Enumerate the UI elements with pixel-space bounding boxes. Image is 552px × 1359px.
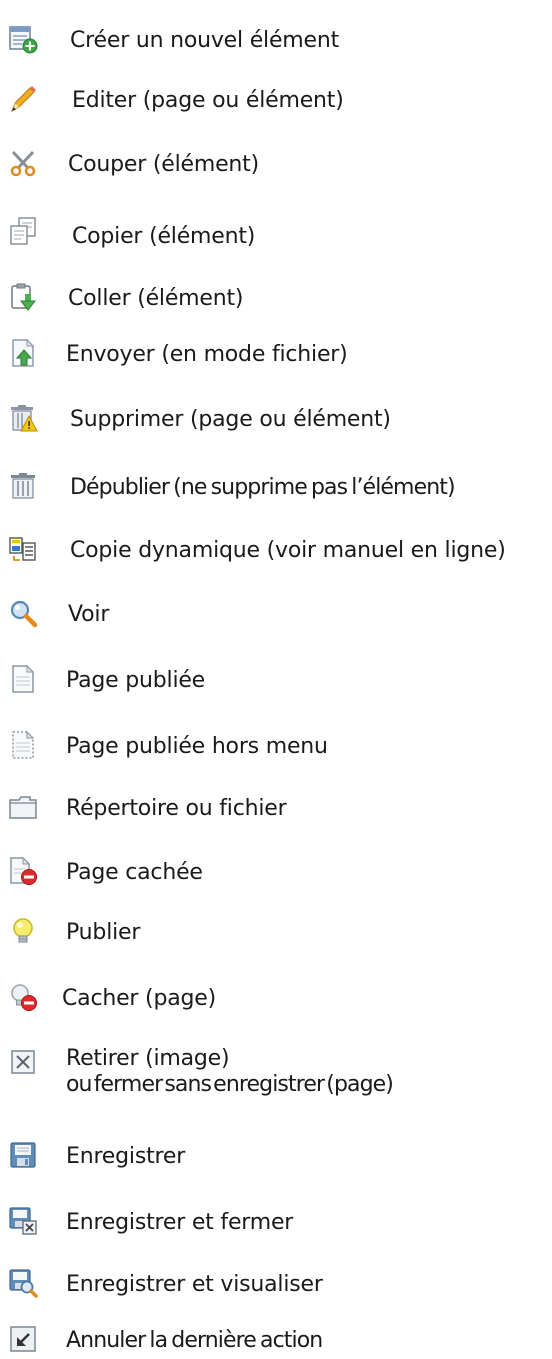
legend-item-cut: Couper (élément): [0, 146, 552, 180]
legend-item-unpublish: Dépublier (ne supprime pas l’élément): [0, 469, 552, 503]
legend-label: Enregistrer: [66, 1144, 186, 1169]
legend-item-hidden-page: Page cachée: [0, 854, 552, 888]
legend-label: Envoyer (en mode fichier): [66, 342, 348, 367]
legend-item-edit: Editer (page ou élément): [0, 82, 552, 116]
legend-item-undo: Annuler la dernière action: [0, 1322, 552, 1356]
legend-item-published-offmenu: Page publiée hors menu: [0, 728, 552, 762]
save-floppy-icon: [8, 1140, 38, 1170]
hide-page-icon: [8, 982, 38, 1012]
legend-label: Page publiée: [66, 668, 206, 693]
legend-item-copy: Copier (élément): [0, 216, 552, 250]
legend-item-save-preview: Enregistrer et visualiser: [0, 1266, 552, 1300]
magnifier-view-icon: [8, 598, 38, 628]
legend-item-view: Voir: [0, 596, 552, 630]
legend-label: Page cachée: [66, 860, 203, 885]
scissors-cut-icon: [8, 148, 38, 178]
legend-label: Copie dynamique (voir manuel en ligne): [70, 538, 506, 563]
legend-label: Créer un nouvel élément: [70, 28, 340, 53]
legend-item-upload: Envoyer (en mode fichier): [0, 336, 552, 370]
trash-warning-icon: [8, 403, 38, 433]
save-preview-icon: [8, 1268, 38, 1298]
legend-item-save-close: Enregistrer et fermer: [0, 1204, 552, 1238]
legend-label: Supprimer (page ou élément): [70, 407, 391, 432]
icon-legend: Créer un nouvel élément Editer (page ou …: [0, 0, 552, 1359]
legend-label: Copier (élément): [72, 224, 256, 249]
legend-item-published-page: Page publiée: [0, 662, 552, 696]
legend-label: Enregistrer et fermer: [66, 1210, 294, 1235]
new-element-icon: [8, 24, 38, 54]
legend-item-hide: Cacher (page): [0, 980, 552, 1014]
legend-label: Cacher (page): [62, 986, 216, 1011]
hidden-page-icon: [8, 856, 38, 886]
undo-icon: [8, 1324, 38, 1354]
published-page-offmenu-icon: [8, 730, 38, 760]
save-close-icon: [8, 1206, 38, 1236]
legend-label: Annuler la dernière action: [66, 1328, 323, 1353]
legend-item-delete: Supprimer (page ou élément): [0, 401, 552, 435]
legend-item-dynamic-copy: Copie dynamique (voir manuel en ligne): [0, 532, 552, 566]
legend-label: Retirer (image) ou fermer sans enregistr…: [66, 1046, 394, 1098]
remove-close-icon: [8, 1047, 38, 1077]
dynamic-copy-icon: [8, 534, 38, 564]
legend-label: Répertoire ou fichier: [66, 796, 287, 821]
legend-item-publish: Publier: [0, 914, 552, 948]
legend-label-line1: Retirer (image): [66, 1046, 230, 1071]
legend-label: Dépublier (ne supprime pas l’élément): [70, 475, 456, 500]
legend-label: Coller (élément): [68, 286, 244, 311]
legend-item-paste: Coller (élément): [0, 280, 552, 314]
legend-item-save: Enregistrer: [0, 1138, 552, 1172]
legend-label: Couper (élément): [68, 152, 259, 177]
legend-item-folder: Répertoire ou fichier: [0, 790, 552, 824]
pencil-edit-icon: [8, 84, 38, 114]
copy-icon: [8, 216, 38, 246]
legend-label: Voir: [68, 602, 110, 627]
legend-item-create: Créer un nouvel élément: [0, 22, 552, 56]
upload-file-icon: [8, 338, 38, 368]
legend-label: Publier: [66, 920, 141, 945]
legend-item-remove: Retirer (image) ou fermer sans enregistr…: [0, 1043, 552, 1103]
trash-icon: [8, 471, 38, 501]
legend-label-line2: ou fermer sans enregistrer (page): [66, 1072, 394, 1097]
paste-clipboard-icon: [8, 282, 38, 312]
legend-label: Editer (page ou élément): [72, 88, 344, 113]
published-page-icon: [8, 664, 38, 694]
legend-label: Page publiée hors menu: [66, 734, 328, 759]
folder-icon: [8, 792, 38, 822]
lightbulb-publish-icon: [8, 916, 38, 946]
legend-label: Enregistrer et visualiser: [66, 1272, 323, 1297]
